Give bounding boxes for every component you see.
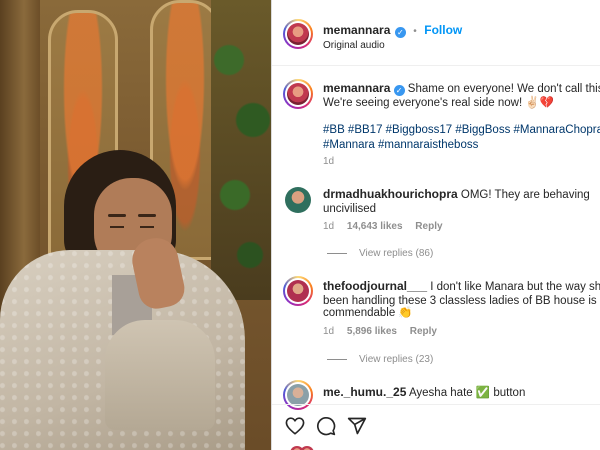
heart-icon[interactable] [285,417,305,435]
caption-avatar-ring[interactable] [283,79,313,109]
liked-by-avatar[interactable] [300,446,314,450]
commenter-avatar[interactable] [287,384,309,406]
commenter-username[interactable]: thefoodjournal___ [323,279,427,293]
verified-badge-icon: ✓ [394,27,406,38]
comment-meta: 1d 5,896 likes Reply [323,326,437,337]
commenter-username[interactable]: me._humu._25 [323,385,406,399]
action-bar [272,404,600,450]
reply-button[interactable]: Reply [410,326,437,337]
audio-label[interactable]: Original audio [323,40,385,51]
commenter-username[interactable]: drmadhuakhourichopra [323,187,458,201]
caption-username[interactable]: memannara [323,81,390,95]
comment-likes[interactable]: 5,896 likes [347,326,397,337]
reel-video[interactable] [0,0,271,450]
author-avatar-ring[interactable] [283,19,313,49]
comment-meta: 1d 14,643 likes Reply [323,221,443,232]
author-username[interactable]: memannara [323,23,390,37]
view-replies-button[interactable]: View replies (86) [327,248,433,259]
comment-text: OMG! They are behaving [460,189,590,201]
separator-dot: • [413,26,417,37]
commenter-avatar-ring[interactable] [283,276,313,306]
post-header: memannara ✓ • Follow Original audio [272,0,600,66]
caption-text: Shame on everyone! We don't call this a [407,83,600,95]
author-avatar[interactable] [287,23,309,45]
view-replies-button[interactable]: View replies (23) [327,354,433,365]
hashtags-line[interactable]: #BB #BB17 #Biggboss17 #BiggBoss #Mannara… [323,122,600,138]
commenter-avatar[interactable] [287,280,309,302]
comment-body: me._humu._25 Ayesha hate ✅ button [323,384,525,401]
comment-time[interactable]: 1d [323,221,334,232]
post-panel: memannara ✓ • Follow Original audio mema… [271,0,600,450]
follow-button[interactable]: Follow [424,23,462,37]
share-icon[interactable] [347,416,367,436]
comment-text: I don't like Manara but the way she h [430,281,600,293]
comment-icon[interactable] [316,416,336,436]
hashtags-line[interactable]: #Mannara #mannaraistheboss [323,137,478,153]
caption-text-2: We're seeing everyone's real side now! ✌… [323,97,554,109]
commenter-avatar[interactable] [285,187,311,213]
caption-avatar[interactable] [287,83,309,105]
person-arm [105,320,215,430]
plant-foliage [211,0,271,300]
comment-text-3: commendable 👏 [323,307,413,319]
comment-text-2: uncivilised [323,203,377,215]
reply-button[interactable]: Reply [415,221,442,232]
post-timestamp[interactable]: 1d [323,156,334,167]
comment-likes[interactable]: 14,643 likes [347,221,403,232]
comment-text: Ayesha hate ✅ button [408,387,526,399]
comment-time[interactable]: 1d [323,326,334,337]
